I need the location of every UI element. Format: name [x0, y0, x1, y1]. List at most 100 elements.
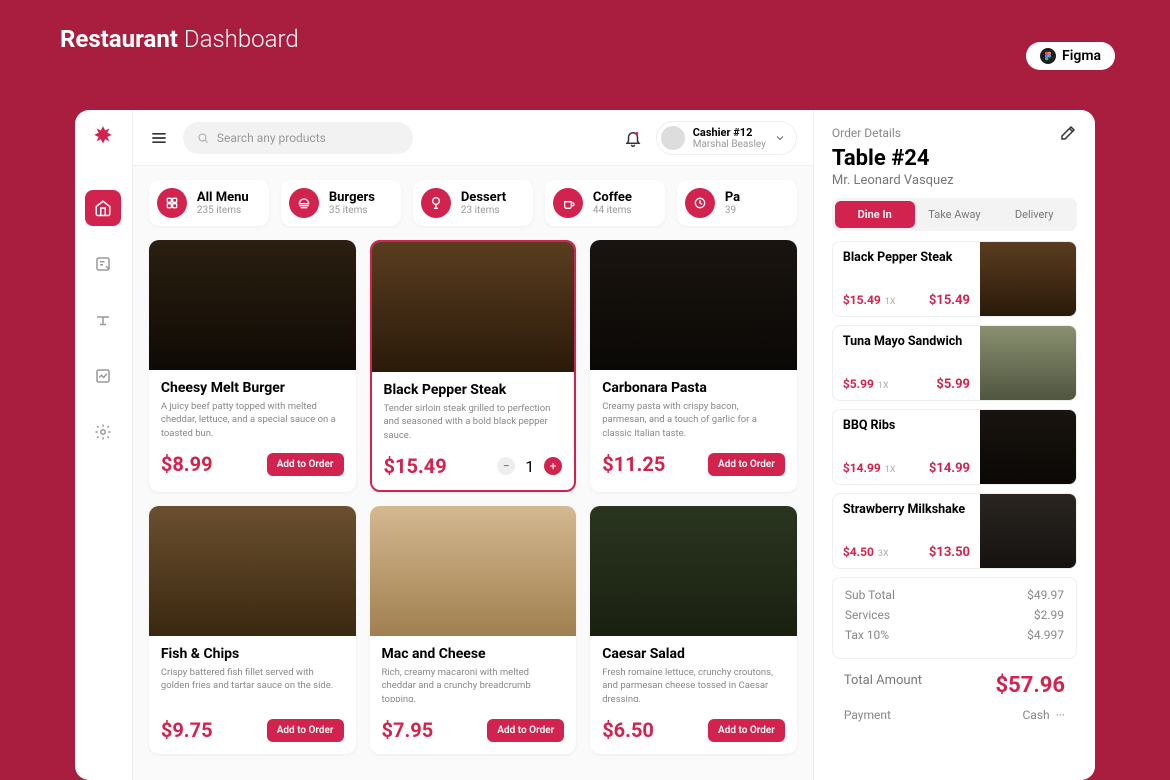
product-image [370, 506, 577, 636]
order-item-total: $15.49 [929, 293, 970, 308]
order-sidebar: Order Details Table #24 Mr. Leonard Vasq… [813, 110, 1095, 780]
summary-row: Services$2.99 [845, 608, 1064, 622]
user-menu[interactable]: Cashier #12Marshal Beasley [656, 121, 797, 155]
order-item-total: $13.50 [929, 545, 970, 560]
product-image [372, 242, 575, 372]
category-icon [296, 195, 312, 211]
product-price: $6.50 [602, 718, 654, 742]
order-item-unit-price: $14.99 [843, 461, 881, 475]
search-input[interactable]: Search any products [183, 122, 413, 154]
product-title: Mac and Cheese [382, 646, 565, 662]
customer-name: Mr. Leonard Vasquez [832, 173, 1077, 188]
order-type-tabs: Dine InTake AwayDelivery [832, 198, 1077, 231]
order-summary: Sub Total$49.97Services$2.99Tax 10%$4.99… [832, 577, 1077, 659]
summary-row: Tax 10%$4.997 [845, 628, 1064, 642]
product-title: Cheesy Melt Burger [161, 380, 344, 396]
product-card[interactable]: Mac and Cheese Rich, creamy macaroni with… [370, 506, 577, 754]
add-to-order-button[interactable]: Add to Order [267, 453, 344, 476]
product-card[interactable]: Fish & ChipsCrispy battered fish fillet … [149, 506, 356, 754]
order-line-item[interactable]: BBQ Ribs$14.991X$14.99 [832, 409, 1077, 485]
order-details-label: Order Details [832, 126, 901, 140]
order-line-item[interactable]: Strawberry Milkshake$4.503X$13.50 [832, 493, 1077, 569]
add-to-order-button[interactable]: Add to Order [487, 719, 564, 742]
table-number: Table #24 [832, 146, 1077, 171]
order-item-unit-price: $4.50 [843, 545, 874, 559]
figma-badge: Figma [1026, 42, 1115, 70]
category-icon [164, 195, 180, 211]
order-item-qty: 1X [878, 381, 889, 391]
product-price: $7.95 [382, 718, 434, 742]
order-line-item[interactable]: Tuna Mayo Sandwich $5.99 1X $5.99 [832, 325, 1077, 401]
category-burgers[interactable]: Burgers35 items [281, 180, 401, 226]
category-icon [692, 195, 708, 211]
menu-icon[interactable] [149, 128, 169, 148]
tab-dine-in[interactable]: Dine In [835, 201, 915, 228]
product-price: $8.99 [161, 452, 213, 476]
nav-settings[interactable] [85, 414, 121, 450]
qty-value: 1 [525, 457, 534, 476]
nav-rail [75, 110, 133, 780]
tab-delivery[interactable]: Delivery [994, 201, 1074, 228]
product-title: Fish & Chips [161, 646, 344, 662]
order-item-image [980, 410, 1076, 484]
add-to-order-button[interactable]: Add to Order [708, 719, 785, 742]
order-item-name: Black Pepper Steak [843, 250, 970, 265]
qty-plus-button[interactable]: + [544, 457, 562, 475]
nav-home[interactable] [85, 190, 121, 226]
payment-row: Payment Cash ··· [832, 698, 1077, 722]
category-row: All Menu235 items Burgers35 items Dessert2… [133, 166, 813, 240]
order-item-image [980, 494, 1076, 568]
product-image [590, 506, 797, 636]
add-to-order-button[interactable]: Add to Order [267, 719, 344, 742]
product-description: Fresh romaine lettuce, crunchy croutons,… [602, 666, 785, 702]
tab-take-away[interactable]: Take Away [915, 201, 995, 228]
chart-icon [94, 367, 112, 385]
brand-logo [90, 124, 116, 150]
nav-orders[interactable] [85, 246, 121, 282]
product-title: Black Pepper Steak [384, 382, 563, 398]
product-image [149, 240, 356, 370]
order-item-name: Strawberry Milkshake [843, 502, 970, 517]
search-icon [197, 132, 209, 144]
chevron-down-icon [774, 132, 786, 144]
gear-icon [94, 423, 112, 441]
product-image [590, 240, 797, 370]
product-card[interactable]: Carbonara Pasta Creamy pasta with crispy … [590, 240, 797, 492]
product-card[interactable]: Caesar SaladFresh romaine lettuce, crunc… [590, 506, 797, 754]
category-coffee[interactable]: Coffee44 items [545, 180, 665, 226]
edit-icon[interactable] [1059, 124, 1077, 142]
product-card[interactable]: Black Pepper Steak Tender sirloin steak g… [370, 240, 577, 492]
category-pa[interactable]: Pa39 [677, 180, 797, 226]
product-description: Tender sirloin steak grilled to perfecti… [384, 402, 563, 438]
product-description: A juicy beef patty topped with melted ch… [161, 400, 344, 436]
nav-reports[interactable] [85, 358, 121, 394]
page-super-title: RestaurantDashboard [0, 0, 1170, 78]
app-window: Search any products Cashier #12Marshal B… [75, 110, 1095, 780]
order-total: Total Amount $57.96 [832, 665, 1077, 698]
qty-minus-button[interactable]: − [497, 457, 515, 475]
category-all-menu[interactable]: All Menu235 items [149, 180, 269, 226]
order-item-name: Tuna Mayo Sandwich [843, 334, 970, 349]
home-icon [94, 199, 112, 217]
quantity-stepper: −1 + [497, 457, 562, 476]
order-item-total: $5.99 [936, 377, 970, 392]
order-item-total: $14.99 [929, 461, 970, 476]
order-item-image [980, 242, 1076, 316]
product-description: Rich, creamy macaroni with melted chedda… [382, 666, 565, 702]
product-title: Carbonara Pasta [602, 380, 785, 396]
order-item-unit-price: $5.99 [843, 377, 874, 391]
product-card[interactable]: Cheesy Melt Burger A juicy beef patty top… [149, 240, 356, 492]
avatar [661, 126, 685, 150]
order-line-item[interactable]: Black Pepper Steak$15.491X$15.49 [832, 241, 1077, 317]
notification-icon[interactable] [624, 129, 642, 147]
product-price: $9.75 [161, 718, 213, 742]
nav-tables[interactable] [85, 302, 121, 338]
main-area: Search any products Cashier #12Marshal B… [133, 110, 813, 780]
table-icon [94, 311, 112, 329]
product-price: $11.25 [602, 452, 665, 476]
add-to-order-button[interactable]: Add to Order [708, 453, 785, 476]
category-dessert[interactable]: Dessert23 items [413, 180, 533, 226]
product-description: Creamy pasta with crispy bacon, parmesan… [602, 400, 785, 436]
figma-icon [1040, 48, 1056, 64]
order-item-name: BBQ Ribs [843, 418, 970, 433]
